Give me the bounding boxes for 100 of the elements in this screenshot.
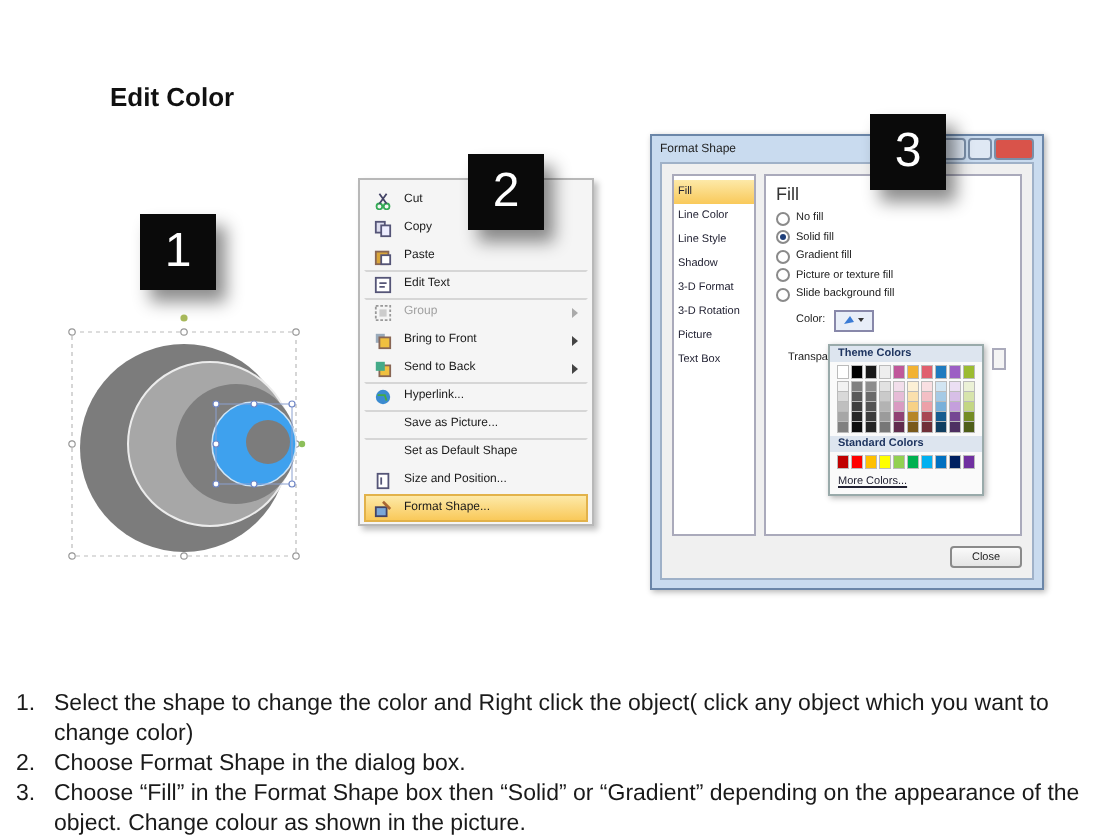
send-back-icon [373,359,391,378]
color-swatch[interactable] [880,402,890,413]
caret-icon [858,318,865,323]
color-swatch[interactable] [936,422,946,433]
instruction-text: Choose “Fill” in the Format Shape box then “Solid” or “Gradient” depending on the appearance of the object. Change colour as shown in the picture. [54,780,1082,840]
step-number: 3 [870,114,946,191]
instruction-text: Choose Format Shape in the dialog box. [54,750,466,780]
color-swatch[interactable] [922,456,932,469]
color-swatch[interactable] [852,392,862,403]
color-swatch[interactable] [922,392,932,403]
color-swatch[interactable] [894,456,904,469]
step-number: 1. [16,690,38,720]
copy-icon [373,219,391,238]
color-swatch[interactable] [950,456,960,469]
color-swatch[interactable] [894,366,904,379]
format-shape-icon [373,499,391,518]
color-swatch[interactable] [866,402,876,413]
radio-button[interactable] [776,211,790,226]
radio-button[interactable] [776,287,790,302]
color-swatch[interactable] [866,422,876,433]
color-swatch[interactable] [908,402,918,413]
size-icon [373,471,391,490]
color-swatch[interactable] [936,456,946,469]
color-swatch[interactable] [950,412,960,423]
color-swatch[interactable] [894,382,904,393]
radio-button[interactable] [776,249,790,264]
step-number: 2 [468,154,544,231]
color-swatch[interactable] [922,382,932,393]
color-swatch[interactable] [852,366,862,379]
color-swatch[interactable] [922,402,932,413]
group-icon [373,303,391,322]
color-swatch[interactable] [866,366,876,379]
color-swatch[interactable] [936,412,946,423]
color-swatch[interactable] [866,382,876,393]
color-swatch[interactable] [852,412,862,423]
color-swatch[interactable] [908,422,918,433]
color-swatch[interactable] [894,392,904,403]
color-swatch[interactable] [852,456,862,469]
clipboard-icon [373,247,391,266]
color-picker-button[interactable] [833,309,874,332]
instruction-text: Select the shape to change the color and Right click the object( click any object which you want to change color) [54,690,1051,750]
color-swatch[interactable] [908,412,918,423]
color-swatch[interactable] [866,392,876,403]
scissors-icon [373,191,391,210]
color-swatch[interactable] [908,456,918,469]
globe-icon [373,387,391,406]
color-swatch[interactable] [964,422,974,433]
color-swatch[interactable] [838,392,848,403]
color-swatch[interactable] [852,422,862,433]
step-number: 2. [16,750,38,780]
color-swatch[interactable] [922,366,932,379]
color-swatch[interactable] [950,382,960,393]
color-swatch[interactable] [936,392,946,403]
color-swatch[interactable] [964,366,974,379]
color-swatch[interactable] [838,456,848,469]
close-button[interactable] [994,138,1034,161]
color-swatch[interactable] [936,382,946,393]
slide-title: Edit Color [108,80,237,115]
bring-front-icon [373,331,391,350]
color-swatch[interactable] [894,402,904,413]
text-box-icon [373,275,391,294]
step-number: 3. [16,780,38,810]
color-swatch[interactable] [852,402,862,413]
color-swatch[interactable] [880,422,890,433]
color-swatch[interactable] [880,392,890,403]
color-swatch[interactable] [838,402,848,413]
color-swatch[interactable] [838,382,848,393]
color-swatch[interactable] [922,422,932,433]
color-swatch[interactable] [880,412,890,423]
color-swatch[interactable] [838,412,848,423]
color-swatch[interactable] [866,412,876,423]
step-number: 1 [140,214,216,291]
color-swatch[interactable] [838,422,848,433]
color-swatch[interactable] [964,392,974,403]
color-swatch[interactable] [908,382,918,393]
color-swatch[interactable] [880,382,890,393]
color-swatch[interactable] [950,402,960,413]
color-swatch[interactable] [922,412,932,423]
spin-button[interactable] [992,347,1006,370]
color-swatch[interactable] [908,366,918,379]
color-swatch[interactable] [936,402,946,413]
radio-button[interactable] [776,268,790,283]
color-swatch[interactable] [964,382,974,393]
color-swatch[interactable] [908,392,918,403]
color-swatch[interactable] [866,456,876,469]
color-swatch[interactable] [838,366,848,379]
color-swatch[interactable] [964,456,974,469]
color-swatch[interactable] [880,456,890,469]
color-swatch[interactable] [950,422,960,433]
section-title: Fill [776,184,801,205]
color-swatch[interactable] [950,366,960,379]
color-swatch[interactable] [894,422,904,433]
radio-button[interactable] [776,230,790,245]
color-swatch[interactable] [950,392,960,403]
color-swatch[interactable] [852,382,862,393]
color-swatch[interactable] [964,402,974,413]
color-swatch[interactable] [880,366,890,379]
color-swatch[interactable] [936,366,946,379]
color-swatch[interactable] [964,412,974,423]
color-swatch[interactable] [894,412,904,423]
